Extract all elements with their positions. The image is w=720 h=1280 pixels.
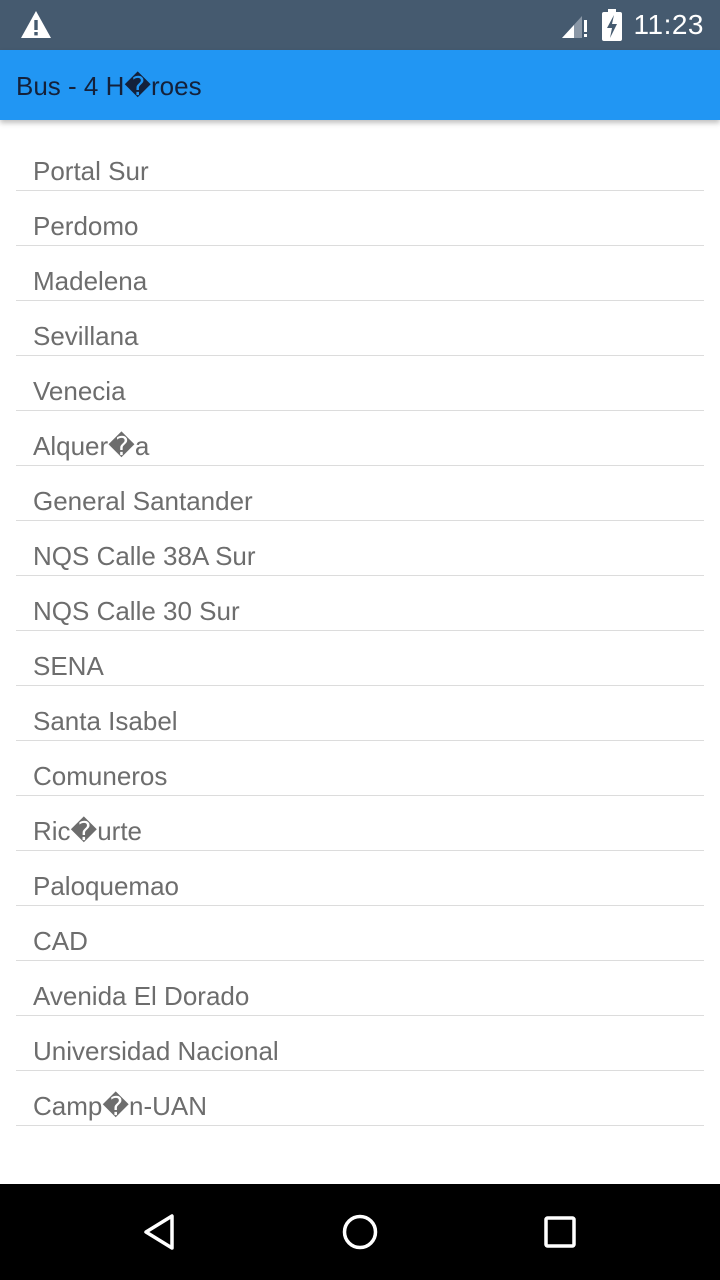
list-item[interactable]: Paloquemao	[16, 851, 704, 906]
list-item-label: NQS Calle 30 Sur	[33, 596, 240, 626]
page-title: Bus - 4 H�roes	[16, 71, 202, 101]
list-item[interactable]: NQS Calle 30 Sur	[16, 576, 704, 631]
status-bar: 11:23	[0, 0, 720, 50]
list-item-label: Sevillana	[33, 321, 139, 351]
list-item-label: Comuneros	[33, 761, 168, 791]
list-item[interactable]: Perdomo	[16, 191, 704, 246]
list-item[interactable]: Portal Sur	[16, 136, 704, 191]
list-item-label: Paloquemao	[33, 871, 179, 901]
list-item[interactable]: Camp�n-UAN	[16, 1071, 704, 1126]
home-icon	[342, 1214, 378, 1250]
signal-icon	[561, 16, 587, 38]
navigation-bar	[0, 1184, 720, 1280]
list-item-label: Perdomo	[33, 211, 139, 241]
list-item-label: CAD	[33, 926, 88, 956]
list-item-label: Avenida El Dorado	[33, 981, 250, 1011]
list-item-label: NQS Calle 38A Sur	[33, 541, 256, 571]
list-item[interactable]: Universidad Nacional	[16, 1016, 704, 1071]
list-item[interactable]: General Santander	[16, 466, 704, 521]
list-item[interactable]: NQS Calle 38A Sur	[16, 521, 704, 576]
list-item-label: Universidad Nacional	[33, 1036, 279, 1066]
recents-icon	[544, 1216, 576, 1248]
list-item-label: SENA	[33, 651, 104, 681]
list-item[interactable]: Ric�urte	[16, 796, 704, 851]
list-item[interactable]: Avenida El Dorado	[16, 961, 704, 1016]
list-item[interactable]: SENA	[16, 631, 704, 686]
battery-charging-icon	[601, 9, 622, 41]
home-button[interactable]	[336, 1208, 384, 1256]
list-item-label: Venecia	[33, 376, 126, 406]
list-item-label: Camp�n-UAN	[33, 1091, 208, 1121]
back-icon	[144, 1214, 174, 1250]
status-time: 11:23	[633, 9, 704, 40]
list-item-label: General Santander	[33, 486, 253, 516]
recents-button[interactable]	[536, 1208, 584, 1256]
list-item-label: Madelena	[33, 266, 148, 296]
list-item-label: Alquer�a	[33, 431, 150, 461]
app-bar: Bus - 4 H�roes	[0, 50, 720, 120]
list-item[interactable]: Comuneros	[16, 741, 704, 796]
back-button[interactable]	[136, 1208, 184, 1256]
list-item-label: Ric�urte	[33, 816, 143, 846]
list-item[interactable]: Santa Isabel	[16, 686, 704, 741]
list-item[interactable]: Sevillana	[16, 301, 704, 356]
list-item[interactable]: CAD	[16, 906, 704, 961]
list-item[interactable]: Alquer�a	[16, 411, 704, 466]
list-item-label: Portal Sur	[33, 156, 149, 186]
list-item[interactable]: Venecia	[16, 356, 704, 411]
stop-list: Portal Sur Perdomo Madelena Sevillana Ve…	[16, 136, 704, 1126]
list-item-label: Santa Isabel	[33, 706, 178, 736]
list-item[interactable]: Madelena	[16, 246, 704, 301]
warning-icon	[21, 11, 51, 38]
